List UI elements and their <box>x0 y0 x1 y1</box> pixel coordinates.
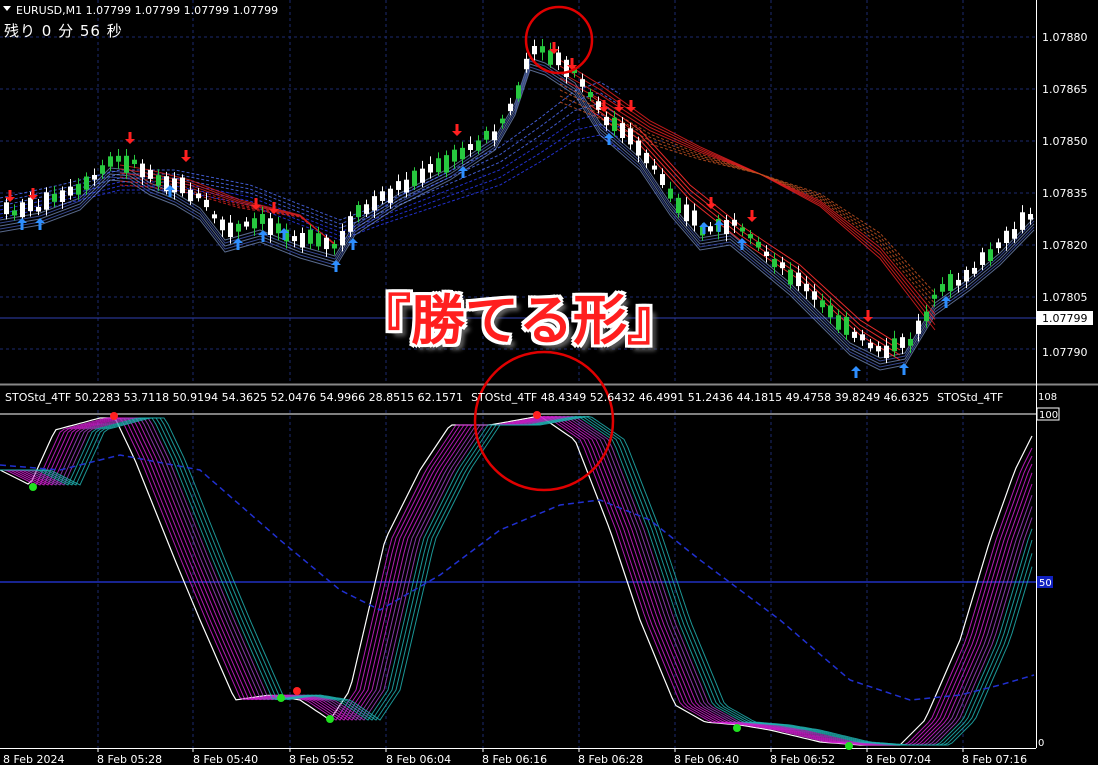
sto-scale-label: 100 <box>1039 410 1058 421</box>
sto-scale-label: 108 <box>1038 392 1057 403</box>
indicator-values-3: STOStd_4TF <box>937 391 1004 404</box>
sto-sell-dot <box>533 411 541 419</box>
time-label: 8 Feb 06:16 <box>482 753 547 765</box>
price-label: 1.07835 <box>1042 187 1088 200</box>
sto-scale-label: 0 <box>1038 738 1044 749</box>
time-label: 8 Feb 06:28 <box>578 753 643 765</box>
sto-buy-dot <box>29 483 37 491</box>
indicator-label: STOStd_4TF 50.2283 53.7118 50.9194 54.36… <box>5 391 1003 404</box>
price-label: 1.07805 <box>1042 291 1088 304</box>
chart-canvas[interactable]: 1.07880 1.07865 1.07850 1.07835 1.07820 … <box>0 0 1098 765</box>
symbol-header: EURUSD,M1 1.07799 1.07799 1.07799 1.0779… <box>16 4 279 17</box>
time-label: 8 Feb 06:04 <box>386 753 451 765</box>
sto-sell-dot <box>110 412 118 420</box>
time-label: 8 Feb 07:04 <box>866 753 931 765</box>
sto-sell-dot <box>293 687 301 695</box>
price-label: 1.07880 <box>1042 31 1088 44</box>
time-label: 8 Feb 06:52 <box>770 753 835 765</box>
sto-buy-dot <box>277 694 285 702</box>
time-axis[interactable]: 8 Feb 2024 8 Feb 05:28 8 Feb 05:40 8 Feb… <box>3 753 1027 765</box>
time-label: 8 Feb 05:40 <box>193 753 258 765</box>
current-price-label: 1.07799 <box>1042 312 1088 325</box>
price-label: 1.07865 <box>1042 83 1088 96</box>
sto-scale-label: 50 <box>1039 578 1052 589</box>
candle-timer: 残り 0 分 56 秒 <box>4 22 123 40</box>
time-label: 8 Feb 05:28 <box>97 753 162 765</box>
time-label: 8 Feb 05:52 <box>289 753 354 765</box>
sto-buy-dot <box>326 715 334 723</box>
time-label: 8 Feb 2024 <box>3 753 64 765</box>
price-label: 1.07790 <box>1042 346 1088 359</box>
price-label: 1.07820 <box>1042 239 1088 252</box>
sto-buy-dot <box>733 724 741 732</box>
sto-buy-dot <box>845 742 853 750</box>
indicator-values-1: STOStd_4TF 50.2283 53.7118 50.9194 54.36… <box>5 391 464 404</box>
time-label: 8 Feb 06:40 <box>674 753 739 765</box>
price-label: 1.07850 <box>1042 135 1088 148</box>
overlay-caption: 『勝てる形』 <box>357 289 681 352</box>
time-label: 8 Feb 07:16 <box>962 753 1027 765</box>
indicator-values-2: STOStd_4TF 48.4349 52.6432 46.4991 51.24… <box>471 391 930 404</box>
